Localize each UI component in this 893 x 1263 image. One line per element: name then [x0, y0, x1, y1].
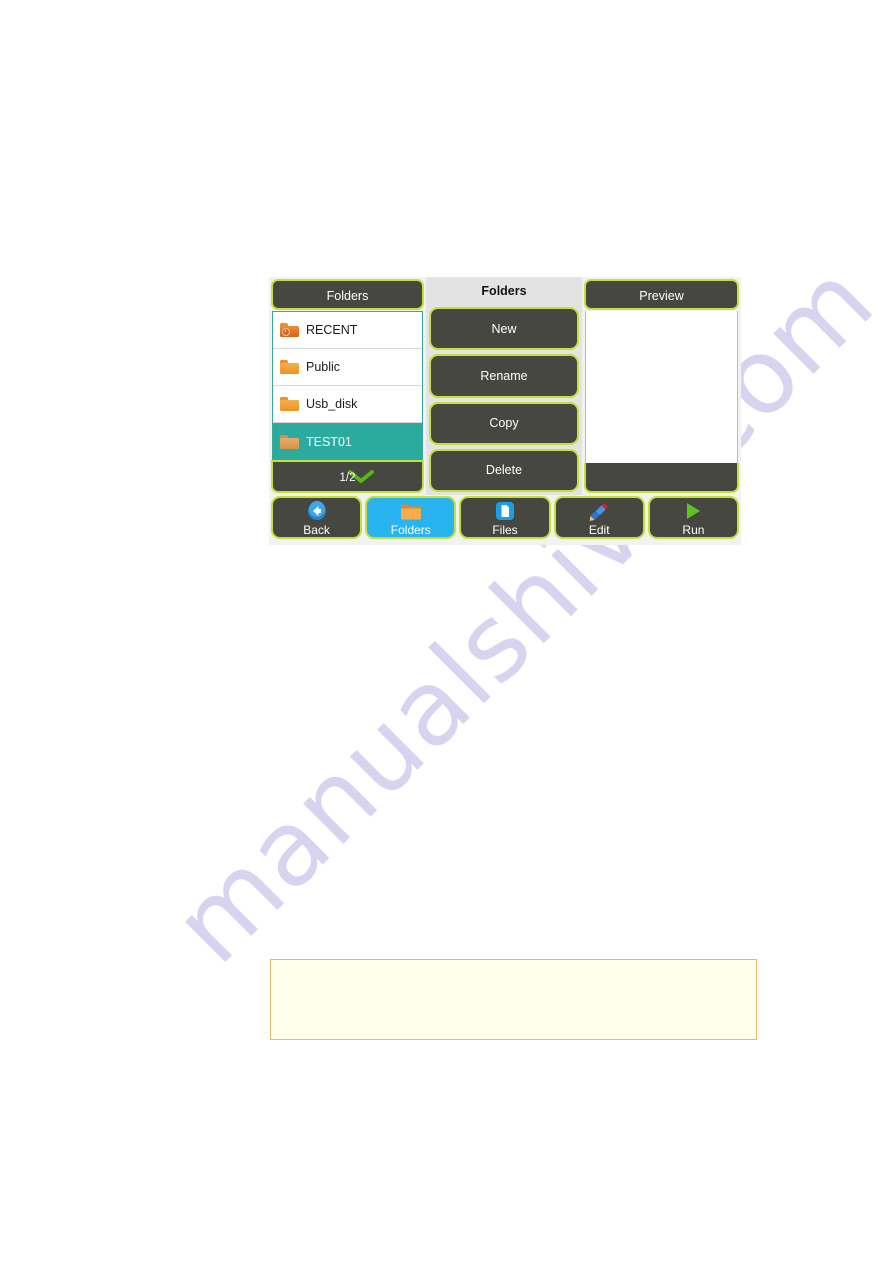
rename-folder-button[interactable]: Rename: [429, 354, 579, 398]
preview-footer: [584, 463, 739, 493]
back-button[interactable]: Back: [271, 496, 363, 539]
watermark-layer: manualshive.com: [0, 0, 893, 1263]
list-item-selected[interactable]: TEST01: [273, 423, 422, 460]
folder-list: RECENT Public Usb_disk TEST01: [272, 311, 423, 460]
list-item-label: Usb_disk: [306, 397, 358, 411]
run-button-label: Run: [682, 523, 705, 537]
folders-list-panel: Folders RECENT Public Usb_disk TEST01 1/…: [269, 277, 426, 495]
document-icon: [493, 501, 517, 521]
folders-button-label: Folders: [390, 523, 431, 537]
list-item-label: TEST01: [306, 434, 352, 449]
folder-icon: [280, 360, 299, 374]
back-button-label: Back: [303, 523, 330, 537]
copy-folder-button[interactable]: Copy: [429, 401, 579, 445]
recent-folder-icon: [280, 323, 299, 337]
note-box: [270, 959, 757, 1040]
play-triangle-icon: [681, 501, 705, 521]
panels-row: Folders RECENT Public Usb_disk TEST01 1/…: [269, 277, 741, 495]
list-item-label: Public: [306, 360, 341, 374]
run-button[interactable]: Run: [647, 496, 740, 539]
preview-panel: Preview: [582, 277, 741, 495]
folders-list-header: Folders: [271, 279, 424, 310]
preview-header: Preview: [584, 279, 739, 310]
list-item-label: RECENT: [306, 323, 358, 337]
pager-label: 1/2: [339, 471, 356, 484]
folder-icon: [399, 501, 423, 521]
list-item[interactable]: Public: [273, 349, 422, 386]
files-button[interactable]: Files: [459, 496, 551, 539]
pencil-icon: [587, 501, 611, 521]
list-item[interactable]: Usb_disk: [273, 386, 422, 423]
new-folder-button[interactable]: New: [429, 307, 579, 351]
files-button-label: Files: [492, 523, 518, 537]
list-item[interactable]: RECENT: [273, 312, 422, 349]
folders-button[interactable]: Folders: [365, 496, 457, 539]
folder-icon: [280, 434, 299, 449]
folder-actions-title: Folders: [481, 284, 527, 298]
edit-button-label: Edit: [588, 523, 610, 537]
pager[interactable]: 1/2: [271, 460, 424, 493]
back-arrow-icon: [305, 501, 329, 521]
device-screen: Folders RECENT Public Usb_disk TEST01 1/…: [269, 277, 741, 545]
preview-body: [585, 311, 738, 463]
folder-actions-panel: Folders New Rename Copy Delete: [426, 277, 582, 495]
delete-folder-button[interactable]: Delete: [429, 448, 579, 492]
edit-button[interactable]: Edit: [553, 496, 645, 539]
folder-icon: [280, 397, 299, 411]
bottom-toolbar: Back Folders Files Edit Run: [269, 495, 741, 542]
